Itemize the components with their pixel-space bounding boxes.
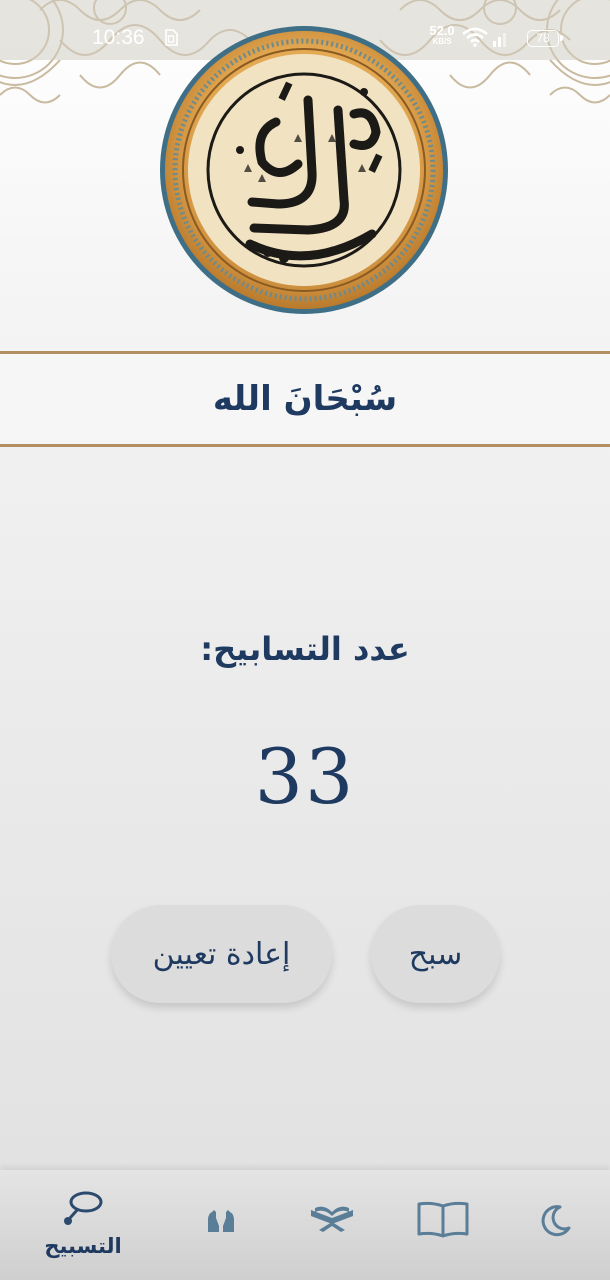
signal-icon xyxy=(493,33,506,47)
nav-item-dua[interactable] xyxy=(166,1170,276,1280)
nav-item-book[interactable] xyxy=(388,1170,498,1280)
reset-button[interactable]: إعادة تعيين xyxy=(111,905,332,1003)
nav-item-quran[interactable] xyxy=(277,1170,387,1280)
tasbih-count-label: عدد التسابيح: xyxy=(200,630,410,668)
quran-stand-icon xyxy=(311,1206,353,1232)
open-book-icon xyxy=(417,1201,469,1238)
praise-button[interactable]: سبح xyxy=(371,905,500,1003)
prayer-beads-icon xyxy=(64,1191,103,1225)
status-time: 10:36 xyxy=(92,26,145,49)
tasbih-count-value: 33 xyxy=(254,732,356,821)
bottom-navigation: التسبيح xyxy=(0,1170,610,1280)
calligraphy-logo xyxy=(160,26,448,314)
dhikr-banner: سُبْحَانَ الله xyxy=(0,351,610,447)
crescent-moon-icon xyxy=(541,1205,571,1237)
dhikr-text: سُبْحَانَ الله xyxy=(212,379,398,419)
battery-indicator: 78 xyxy=(527,30,563,47)
nav-label-tasbih: التسبيح xyxy=(44,1234,122,1258)
nav-item-tasbih[interactable]: التسبيح xyxy=(28,1170,138,1280)
wifi-icon xyxy=(462,27,488,47)
praying-hands-icon xyxy=(208,1210,234,1232)
nav-item-night[interactable] xyxy=(500,1170,610,1280)
